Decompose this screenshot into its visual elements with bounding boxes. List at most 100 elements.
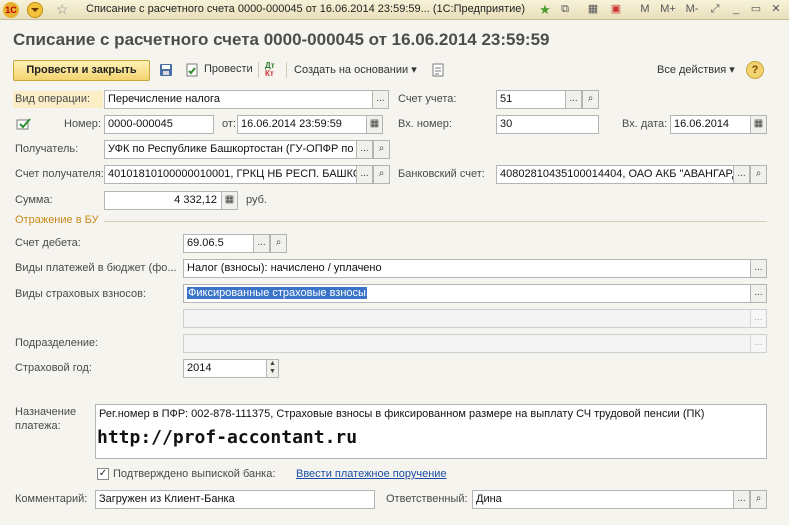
choose-button: ... — [750, 335, 766, 352]
create-based-on-label: Создать на основании — [294, 64, 409, 76]
calculator-icon[interactable]: ▦ — [221, 192, 237, 209]
date-field[interactable]: 16.06.2014 23:59:59 ▦ — [237, 115, 383, 134]
choose-button[interactable]: ... — [372, 91, 388, 108]
insurance-year-label: Страховой год: — [15, 362, 92, 374]
incoming-date-field[interactable]: 16.06.2014 ▦ — [670, 115, 767, 134]
toolbar-separator — [286, 62, 287, 78]
calendar-icon[interactable]: ▣ — [608, 1, 624, 19]
recipient-field[interactable]: УФК по Республике Башкортостан (ГУ-ОПФР … — [104, 140, 390, 159]
choose-button[interactable]: ... — [750, 260, 766, 277]
budget-payment-types-field[interactable]: Налог (взносы): начислено / уплачено ... — [183, 259, 767, 278]
menu-arrow-icon[interactable] — [27, 2, 43, 18]
insurance-types-label: Виды страховых взносов: — [15, 288, 147, 300]
bank-account-field[interactable]: 40802810435100014404, ОАО АКБ "АВАНГАРД … — [496, 165, 767, 184]
confirmed-checkbox[interactable]: ✓ — [97, 468, 109, 480]
choose-button[interactable]: ... — [356, 166, 373, 183]
choose-button[interactable]: ... — [565, 91, 582, 108]
window-title: Списание с расчетного счета 0000-000045 … — [86, 3, 526, 15]
comment-field[interactable]: Загружен из Клиент-Банка — [95, 490, 375, 509]
save-icon[interactable] — [158, 62, 174, 78]
maximize-icon[interactable]: ▭ — [748, 1, 764, 19]
report-icon[interactable] — [430, 62, 446, 78]
search-icon[interactable]: ⌕ — [373, 166, 389, 183]
search-icon[interactable]: ⌕ — [582, 91, 598, 108]
section-title-accounting: Отражение в БУ — [15, 214, 99, 226]
section-divider — [104, 221, 767, 222]
post-button[interactable]: Провести — [204, 63, 253, 75]
comment-value: Загружен из Клиент-Банка — [99, 493, 235, 505]
window-title-bar: 1С ☆ Списание с расчетного счета 0000-00… — [0, 0, 789, 20]
amount-field[interactable]: 4 332,12 ▦ — [104, 191, 238, 210]
budget-payment-types-label: Виды платежей в бюджет (фо... — [15, 262, 177, 274]
calculator-icon[interactable]: ▦ — [585, 1, 601, 19]
account-field[interactable]: 51 ... ⌕ — [496, 90, 599, 109]
search-icon[interactable]: ⌕ — [373, 141, 389, 158]
insurance-year-field[interactable]: 2014 ▲ ▼ — [183, 359, 279, 378]
app-logo-icon[interactable]: 1С — [3, 2, 19, 18]
purpose-text: Рег.номер в ПФР: 002-878-111375, Страхов… — [99, 408, 705, 420]
post-and-close-button[interactable]: Провести и закрыть — [13, 60, 150, 81]
chevron-down-icon: ▾ — [411, 64, 417, 76]
account-label: Счет учета: — [398, 93, 457, 105]
bank-account-value: 40802810435100014404, ОАО АКБ "АВАНГАРД — [500, 168, 735, 180]
watermark-url: http://prof-accontant.ru — [97, 427, 358, 448]
number-value: 0000-000045 — [108, 118, 173, 130]
budget-payment-types-value: Налог (взносы): начислено / уплачено — [187, 262, 382, 274]
year-stepper[interactable]: ▲ ▼ — [266, 360, 278, 377]
number-field[interactable]: 0000-000045 — [104, 115, 214, 134]
memory-plus-button[interactable]: M+ — [657, 1, 679, 19]
date-label: от: — [222, 118, 236, 130]
search-icon[interactable]: ⌕ — [270, 235, 286, 252]
enter-payment-order-link[interactable]: Ввести платежное поручение — [296, 468, 447, 480]
search-icon[interactable]: ⌕ — [750, 166, 766, 183]
restore-icon[interactable]: ⤢ — [707, 1, 723, 19]
form-toolbar: Провести и закрыть Провести Дт Кт Создать… — [0, 58, 789, 82]
purpose-label-line2: платежа: — [15, 420, 61, 432]
amount-value: 4 332,12 — [174, 194, 217, 206]
memory-m-button[interactable]: M — [637, 1, 653, 19]
minimize-icon[interactable]: _ — [728, 1, 744, 19]
choose-button: ... — [750, 310, 766, 327]
create-based-on-menu[interactable]: Создать на основании ▾ — [294, 63, 417, 76]
operation-type-value: Перечисление налога — [108, 93, 220, 105]
calendar-icon[interactable]: ▦ — [750, 116, 766, 133]
close-icon[interactable]: ✕ — [768, 1, 784, 19]
link-icon[interactable]: ⧉ — [557, 1, 573, 19]
responsible-field[interactable]: Дина ... ⌕ — [472, 490, 767, 509]
incoming-date-label: Вх. дата: — [622, 118, 668, 130]
insurance-types-value: Фиксированные страховые взносы — [187, 285, 766, 302]
date-value: 16.06.2014 23:59:59 — [241, 118, 342, 130]
choose-button[interactable]: ... — [733, 166, 750, 183]
recipient-value: УФК по Республике Башкортостан (ГУ-ОПФР … — [108, 143, 354, 155]
comment-label: Комментарий: — [15, 493, 88, 505]
amount-label: Сумма: — [15, 194, 53, 206]
debit-credit-icon[interactable]: Дт Кт — [265, 62, 281, 78]
choose-button[interactable]: ... — [253, 235, 270, 252]
incoming-number-value: 30 — [500, 118, 513, 130]
choose-button[interactable]: ... — [750, 285, 766, 302]
all-actions-menu[interactable]: Все действия ▾ — [657, 63, 735, 76]
insurance-types-field[interactable]: Фиксированные страховые взносы ... — [183, 284, 767, 303]
choose-button[interactable]: ... — [733, 491, 750, 508]
memory-minus-button[interactable]: M- — [681, 1, 703, 19]
debit-account-field[interactable]: 69.06.5 ... ⌕ — [183, 234, 287, 253]
incoming-number-field[interactable]: 30 — [496, 115, 599, 134]
operation-type-field[interactable]: Перечисление налога ... — [104, 90, 389, 109]
page-title: Списание с расчетного счета 0000-000045 … — [13, 30, 550, 49]
recipient-account-label: Счет получателя: — [15, 168, 104, 180]
star-icon[interactable]: ☆ — [56, 1, 69, 18]
post-icon[interactable] — [184, 62, 200, 78]
search-icon[interactable]: ⌕ — [750, 491, 766, 508]
favorite-star-icon[interactable]: ★ — [537, 1, 553, 19]
recipient-label: Получатель: — [15, 143, 79, 155]
help-button[interactable]: ? — [746, 61, 764, 79]
choose-button[interactable]: ... — [356, 141, 373, 158]
responsible-label: Ответственный: — [386, 493, 468, 505]
number-label: Номер: — [64, 118, 101, 130]
recipient-account-field[interactable]: 40101810100000010001, ГРКЦ НБ РЕСП. БАШК… — [104, 165, 390, 184]
currency-label: руб. — [246, 194, 267, 206]
selected-text: Фиксированные страховые взносы — [187, 287, 367, 299]
toolbar-separator — [258, 62, 259, 78]
calendar-icon[interactable]: ▦ — [366, 116, 382, 133]
responsible-value: Дина — [476, 493, 502, 505]
